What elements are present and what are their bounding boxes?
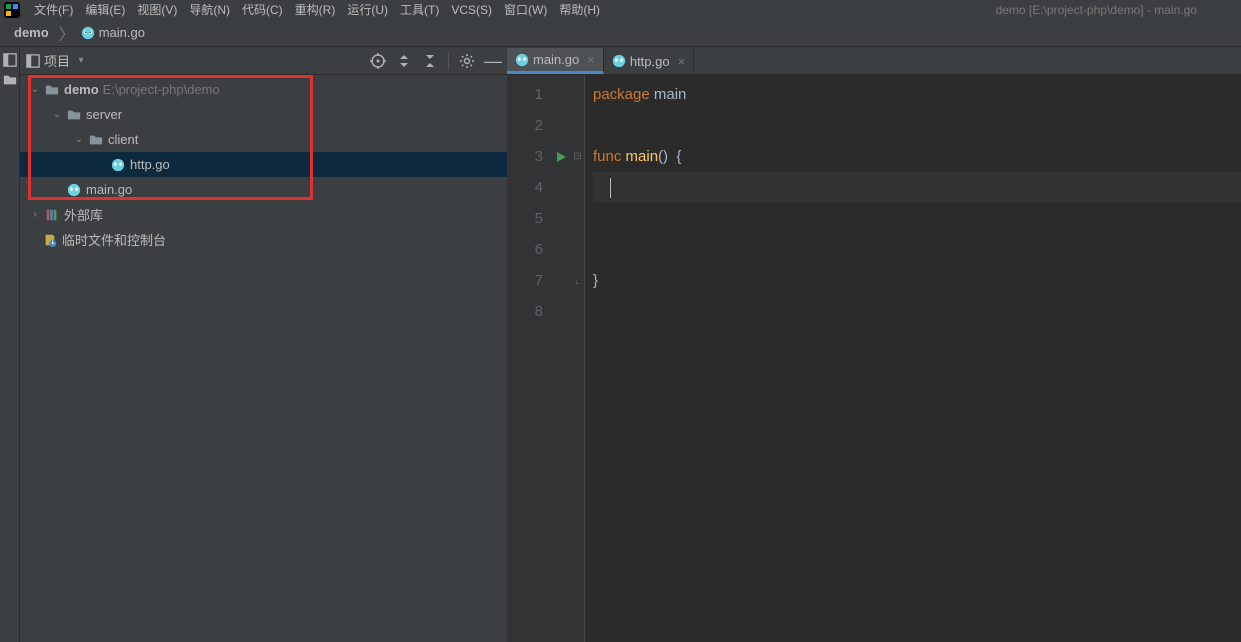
run-icon[interactable] <box>555 151 567 163</box>
close-icon[interactable]: × <box>678 54 686 69</box>
menu-navigate[interactable]: 导航(N) <box>183 1 236 18</box>
go-file-icon <box>81 26 95 40</box>
go-file-icon <box>110 157 126 173</box>
tree-root[interactable]: ⌄ demo E:\project-php\demo <box>20 77 507 102</box>
folder-tool-icon[interactable] <box>3 73 17 87</box>
editor-body[interactable]: 1 2 3 4 5 6 7 8 ⊟ ⌞ pack <box>507 75 1241 642</box>
tree-main-go[interactable]: main.go <box>20 177 507 202</box>
tree-label: http.go <box>130 157 170 172</box>
menu-view[interactable]: 视图(V) <box>131 1 183 18</box>
tree-label: 外部库 <box>64 205 103 224</box>
left-tool-strip <box>0 47 20 642</box>
editor-tabs: main.go × http.go × <box>507 47 1241 75</box>
tree-label: 临时文件和控制台 <box>62 230 166 249</box>
tree-label: main.go <box>86 182 132 197</box>
tab-label: http.go <box>630 54 670 69</box>
menu-help[interactable]: 帮助(H) <box>553 1 606 18</box>
go-file-icon <box>612 54 626 68</box>
tab-label: main.go <box>533 52 579 67</box>
menu-bar: 文件(F) 编辑(E) 视图(V) 导航(N) 代码(C) 重构(R) 运行(U… <box>0 0 1241 19</box>
library-icon <box>44 207 60 223</box>
breadcrumb-file[interactable]: main.go <box>81 25 145 40</box>
breadcrumbs: demo 〉 main.go <box>0 19 1241 47</box>
gear-icon[interactable] <box>459 53 475 69</box>
go-file-icon <box>515 53 529 67</box>
tab-http-go[interactable]: http.go × <box>604 48 694 74</box>
sidebar-title-label: 项目 <box>44 51 70 70</box>
code-content[interactable]: package main func main() { } <box>585 75 1241 642</box>
folder-icon <box>66 107 82 123</box>
fold-gutter: ⊟ ⌞ <box>571 75 585 642</box>
tree-label: server <box>86 107 122 122</box>
tree-http-go[interactable]: http.go <box>20 152 507 177</box>
menu-file[interactable]: 文件(F) <box>28 1 79 18</box>
project-tree: ⌄ demo E:\project-php\demo ⌄ server ⌄ cl… <box>20 75 507 642</box>
divider <box>448 52 449 70</box>
chevron-right-icon[interactable]: › <box>28 209 42 220</box>
chevron-right-icon: 〉 <box>59 21 75 45</box>
chevron-down-icon[interactable]: ⌄ <box>72 134 86 145</box>
tree-server[interactable]: ⌄ server <box>20 102 507 127</box>
chevron-down-icon[interactable]: ⌄ <box>28 84 42 95</box>
tab-main-go[interactable]: main.go × <box>507 48 604 74</box>
sidebar-header: 项目 ▾ — <box>20 47 507 75</box>
project-icon <box>26 54 40 68</box>
app-icon <box>4 2 20 18</box>
menu-vcs[interactable]: VCS(S) <box>445 3 498 17</box>
folder-icon <box>44 82 60 98</box>
tool-window-icon[interactable] <box>3 53 17 67</box>
menu-code[interactable]: 代码(C) <box>236 1 289 18</box>
editor-area: main.go × http.go × 1 2 3 4 5 6 7 8 <box>507 47 1241 642</box>
tree-root-path: E:\project-php\demo <box>103 82 220 97</box>
close-icon[interactable]: × <box>587 52 595 67</box>
hide-icon[interactable]: — <box>485 53 501 69</box>
fold-close-icon[interactable]: ⌞ <box>571 265 584 296</box>
tree-label: client <box>108 132 138 147</box>
menu-edit[interactable]: 编辑(E) <box>79 1 131 18</box>
expand-all-icon[interactable] <box>396 53 412 69</box>
collapse-all-icon[interactable] <box>422 53 438 69</box>
project-sidebar: 项目 ▾ — ⌄ demo E:\project-php\demo ⌄ <box>20 47 507 642</box>
line-numbers: 1 2 3 4 5 6 7 8 <box>507 75 551 642</box>
menu-window[interactable]: 窗口(W) <box>498 1 553 18</box>
tree-external-libs[interactable]: › 外部库 <box>20 202 507 227</box>
scratch-icon <box>42 232 58 248</box>
folder-icon <box>88 132 104 148</box>
tree-scratch[interactable]: 临时文件和控制台 <box>20 227 507 252</box>
menu-tools[interactable]: 工具(T) <box>394 1 445 18</box>
run-gutter <box>551 75 571 642</box>
breadcrumb-project[interactable]: demo <box>14 25 49 40</box>
chevron-down-icon[interactable]: ⌄ <box>50 109 64 120</box>
menu-refactor[interactable]: 重构(R) <box>289 1 342 18</box>
window-title: demo [E:\project-php\demo] - main.go <box>996 3 1197 17</box>
text-caret <box>610 178 611 198</box>
menu-run[interactable]: 运行(U) <box>341 1 394 18</box>
tree-client[interactable]: ⌄ client <box>20 127 507 152</box>
tree-root-label: demo <box>64 82 99 97</box>
go-file-icon <box>66 182 82 198</box>
fold-open-icon[interactable]: ⊟ <box>571 141 584 172</box>
chevron-down-icon[interactable]: ▾ <box>74 55 88 66</box>
target-icon[interactable] <box>370 53 386 69</box>
